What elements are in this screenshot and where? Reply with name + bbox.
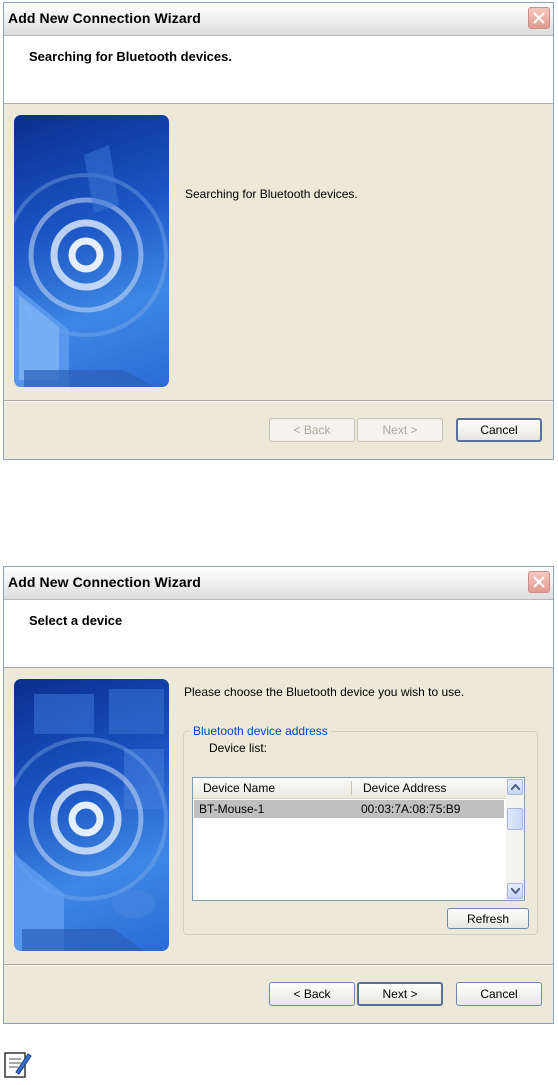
column-separator bbox=[351, 781, 352, 795]
device-name: BT-Mouse-1 bbox=[199, 802, 265, 816]
scroll-down-button[interactable] bbox=[507, 883, 523, 899]
chevron-down-icon bbox=[511, 888, 520, 894]
note-pencil-icon bbox=[4, 1052, 32, 1078]
cancel-button[interactable]: Cancel bbox=[456, 982, 542, 1006]
wizard-header: Select a device bbox=[4, 600, 553, 668]
window-title: Add New Connection Wizard bbox=[8, 10, 201, 26]
scroll-up-button[interactable] bbox=[507, 779, 523, 795]
close-button[interactable] bbox=[528, 571, 550, 593]
wizard-window-searching: Add New Connection Wizard Searching for … bbox=[3, 2, 554, 460]
refresh-button[interactable]: Refresh bbox=[447, 908, 529, 929]
note-icon bbox=[2, 1048, 32, 1080]
close-icon bbox=[533, 576, 545, 588]
device-address: 00:03:7A:08:75:B9 bbox=[361, 802, 461, 816]
wizard-footer: < Back Next > Cancel bbox=[4, 965, 553, 1023]
next-button[interactable]: Next > bbox=[357, 418, 443, 442]
instruction-text: Please choose the Bluetooth device you w… bbox=[184, 685, 465, 699]
wizard-footer: < Back Next > Cancel bbox=[4, 401, 553, 459]
device-list-label: Device list: bbox=[209, 741, 268, 755]
bluetooth-illustration bbox=[14, 115, 169, 387]
title-bar[interactable]: Add New Connection Wizard bbox=[4, 3, 553, 36]
column-device-name[interactable]: Device Name bbox=[203, 781, 275, 795]
page-title: Searching for Bluetooth devices. bbox=[29, 49, 232, 64]
cancel-button[interactable]: Cancel bbox=[456, 418, 542, 442]
bluetooth-laptop-icon bbox=[14, 145, 168, 387]
scroll-thumb[interactable] bbox=[507, 808, 523, 830]
group-label: Bluetooth device address bbox=[190, 724, 331, 738]
wizard-body: Please choose the Bluetooth device you w… bbox=[4, 668, 553, 965]
back-button[interactable]: < Back bbox=[269, 418, 355, 442]
wizard-body: Searching for Bluetooth devices. bbox=[4, 104, 553, 401]
device-address-group: Bluetooth device address Device list: De… bbox=[183, 724, 538, 935]
close-button[interactable] bbox=[528, 7, 550, 29]
bluetooth-devices-icon bbox=[14, 689, 168, 951]
window-title: Add New Connection Wizard bbox=[8, 574, 201, 590]
title-bar[interactable]: Add New Connection Wizard bbox=[4, 567, 553, 600]
device-list[interactable]: Device Name Device Address BT-Mouse-1 00… bbox=[192, 777, 525, 901]
back-button[interactable]: < Back bbox=[269, 982, 355, 1006]
next-button[interactable]: Next > bbox=[357, 982, 443, 1006]
wizard-header: Searching for Bluetooth devices. bbox=[4, 36, 553, 104]
column-device-address[interactable]: Device Address bbox=[363, 781, 446, 795]
chevron-up-icon bbox=[511, 784, 520, 790]
status-message: Searching for Bluetooth devices. bbox=[185, 187, 358, 201]
close-icon bbox=[533, 12, 545, 24]
page-title: Select a device bbox=[29, 613, 123, 628]
list-item[interactable]: BT-Mouse-1 00:03:7A:08:75:B9 bbox=[194, 800, 504, 818]
wizard-window-select-device: Add New Connection Wizard Select a devic… bbox=[3, 566, 554, 1024]
bluetooth-illustration bbox=[14, 679, 169, 951]
list-header: Device Name Device Address bbox=[193, 778, 506, 799]
vertical-scrollbar[interactable] bbox=[506, 778, 524, 900]
